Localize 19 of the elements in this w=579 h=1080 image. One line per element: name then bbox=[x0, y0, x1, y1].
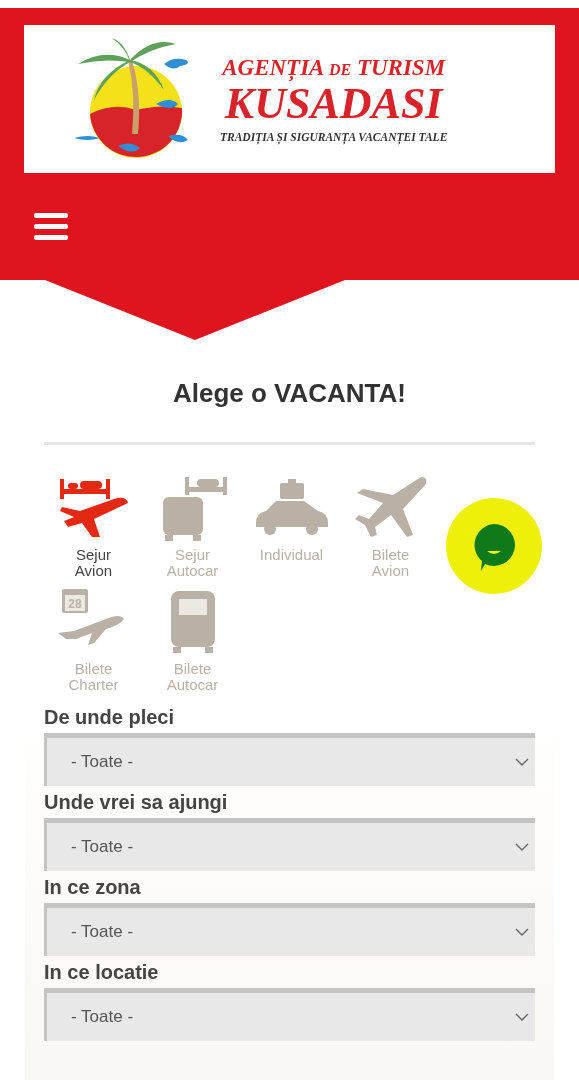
logo-tagline: TRADIȚIA ȘI SIGURANȚA VACANȚEI TALE bbox=[220, 131, 448, 143]
menu-icon[interactable] bbox=[34, 212, 68, 241]
calendar-day: 28 bbox=[67, 597, 82, 611]
field-label: In ce locatie bbox=[44, 960, 159, 985]
chevron-down-icon bbox=[515, 928, 529, 936]
logo-name: KUSADASI bbox=[224, 81, 443, 127]
dropdown-field[interactable]: - Toate - bbox=[44, 733, 535, 786]
dropdown-field[interactable]: - Toate - bbox=[44, 988, 535, 1041]
chevron-down-icon bbox=[515, 843, 529, 851]
logo-title: AGENȚIA de TURISM bbox=[222, 55, 446, 81]
chevron-down-icon bbox=[515, 758, 529, 766]
dropdown-field[interactable]: - Toate - bbox=[44, 903, 535, 956]
field-label: In ce zona bbox=[44, 875, 141, 900]
dropdown-field[interactable]: - Toate - bbox=[44, 818, 535, 871]
category-option[interactable]: Sejur Avion bbox=[44, 473, 143, 579]
field-label: Unde vrei sa ajungi bbox=[44, 790, 228, 815]
section-title: Alege o VACANTA! bbox=[171, 378, 407, 408]
chevron-down-icon bbox=[515, 1013, 529, 1021]
field-label: De unde pleci bbox=[44, 705, 175, 730]
